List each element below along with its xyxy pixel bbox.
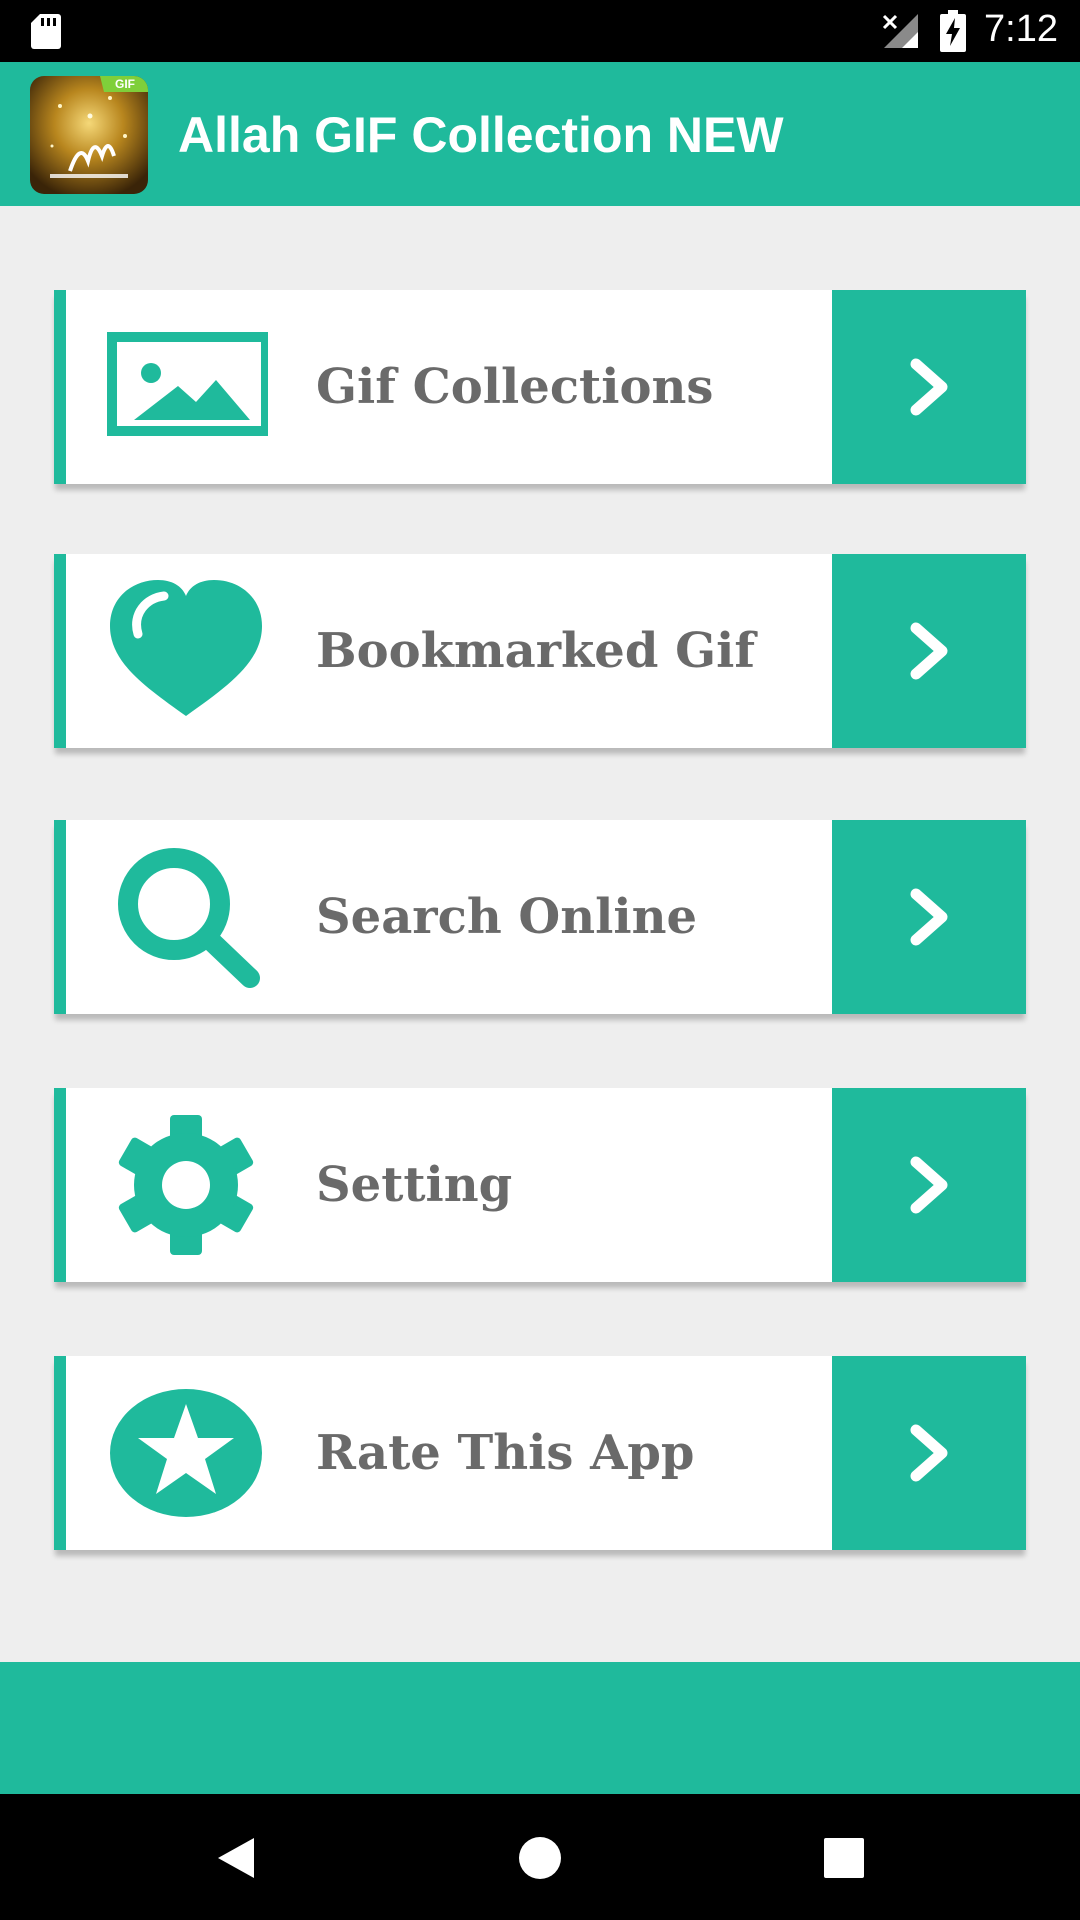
- battery-charging-icon: [940, 10, 966, 52]
- chevron-button[interactable]: [832, 290, 1026, 484]
- signal-no-data-icon: [882, 14, 918, 48]
- menu-item-label: Bookmarked Gif: [316, 623, 755, 679]
- menu-item-setting[interactable]: Setting: [54, 1088, 1026, 1282]
- star-circle-icon: [110, 1389, 262, 1517]
- back-icon[interactable]: [214, 1834, 258, 1882]
- item-accent-bar: [54, 1088, 66, 1282]
- menu-item-search-online[interactable]: Search Online: [54, 820, 1026, 1014]
- menu-item-label: Gif Collections: [316, 359, 714, 415]
- home-icon[interactable]: [518, 1834, 562, 1882]
- chevron-button[interactable]: [832, 1356, 1026, 1550]
- app-bar: GIF Allah GIF Collection NEW: [0, 62, 1080, 206]
- recents-icon[interactable]: [824, 1834, 864, 1882]
- sd-card-icon: [31, 14, 61, 49]
- bottom-banner: [0, 1662, 1080, 1794]
- menu-item-label: Setting: [316, 1157, 513, 1213]
- menu-item-label: Search Online: [316, 889, 698, 945]
- search-icon: [118, 848, 260, 988]
- app-title: Allah GIF Collection NEW: [178, 107, 784, 163]
- menu-item-label: Rate This App: [316, 1425, 695, 1481]
- menu-item-bookmarked-gif[interactable]: Bookmarked Gif: [54, 554, 1026, 748]
- heart-icon: [110, 580, 262, 716]
- chevron-right-icon: [910, 1156, 948, 1214]
- status-time: 7:12: [984, 8, 1058, 50]
- item-accent-bar: [54, 1356, 66, 1550]
- chevron-button[interactable]: [832, 820, 1026, 1014]
- item-accent-bar: [54, 554, 66, 748]
- item-accent-bar: [54, 820, 66, 1014]
- chevron-right-icon: [910, 888, 948, 946]
- app-icon-badge: GIF: [115, 77, 135, 91]
- gear-icon: [118, 1115, 254, 1255]
- chevron-button[interactable]: [832, 1088, 1026, 1282]
- chevron-button[interactable]: [832, 554, 1026, 748]
- chevron-right-icon: [910, 1424, 948, 1482]
- item-accent-bar: [54, 290, 66, 484]
- app-logo: GIF: [30, 76, 148, 194]
- image-icon: [107, 332, 268, 436]
- status-bar: 7:12: [0, 0, 1080, 62]
- chevron-right-icon: [910, 622, 948, 680]
- navigation-bar: [0, 1794, 1080, 1920]
- menu-item-rate-this-app[interactable]: Rate This App: [54, 1356, 1026, 1550]
- menu-item-gif-collections[interactable]: Gif Collections: [54, 290, 1026, 484]
- chevron-right-icon: [910, 358, 948, 416]
